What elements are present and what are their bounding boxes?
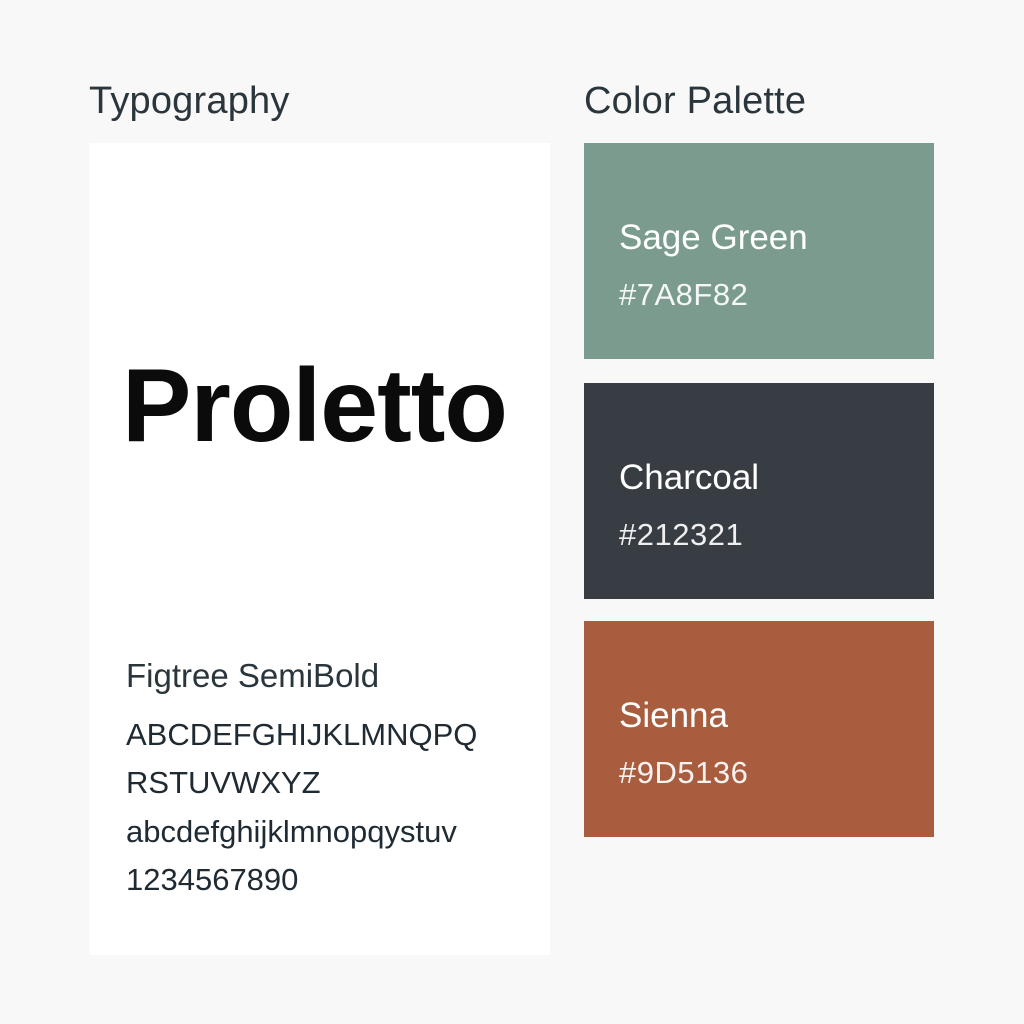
color-swatch-charcoal: Charcoal #212321 xyxy=(584,383,934,599)
brand-wordmark: Proletto xyxy=(122,348,508,464)
color-palette-heading: Color Palette xyxy=(584,80,807,122)
typography-card: Proletto Figtree SemiBold ABCDEFGHIJKLMN… xyxy=(89,143,550,955)
swatch-hex: #7A8F82 xyxy=(619,277,749,312)
glyph-uppercase-line-2: RSTUVWXYZ xyxy=(126,765,321,800)
color-swatch-sienna: Sienna #9D5136 xyxy=(584,621,934,837)
glyph-uppercase-line-1: ABCDEFGHIJKLMNQPQ xyxy=(126,717,478,752)
color-swatch-sage-green: Sage Green #7A8F82 xyxy=(584,143,934,359)
swatch-name: Sage Green xyxy=(619,218,808,257)
typography-heading: Typography xyxy=(89,80,290,122)
swatch-name: Charcoal xyxy=(619,458,760,497)
swatch-hex: #212321 xyxy=(619,517,744,552)
swatch-name: Sienna xyxy=(619,696,728,735)
glyph-lowercase-line: abcdefghijklmnopqystuv xyxy=(126,814,457,849)
font-name-label: Figtree SemiBold xyxy=(126,657,380,694)
swatch-hex: #9D5136 xyxy=(619,755,749,790)
brand-style-sheet: Typography Color Palette Proletto Figtre… xyxy=(0,0,1024,1024)
glyph-digits-line: 1234567890 xyxy=(126,862,299,897)
